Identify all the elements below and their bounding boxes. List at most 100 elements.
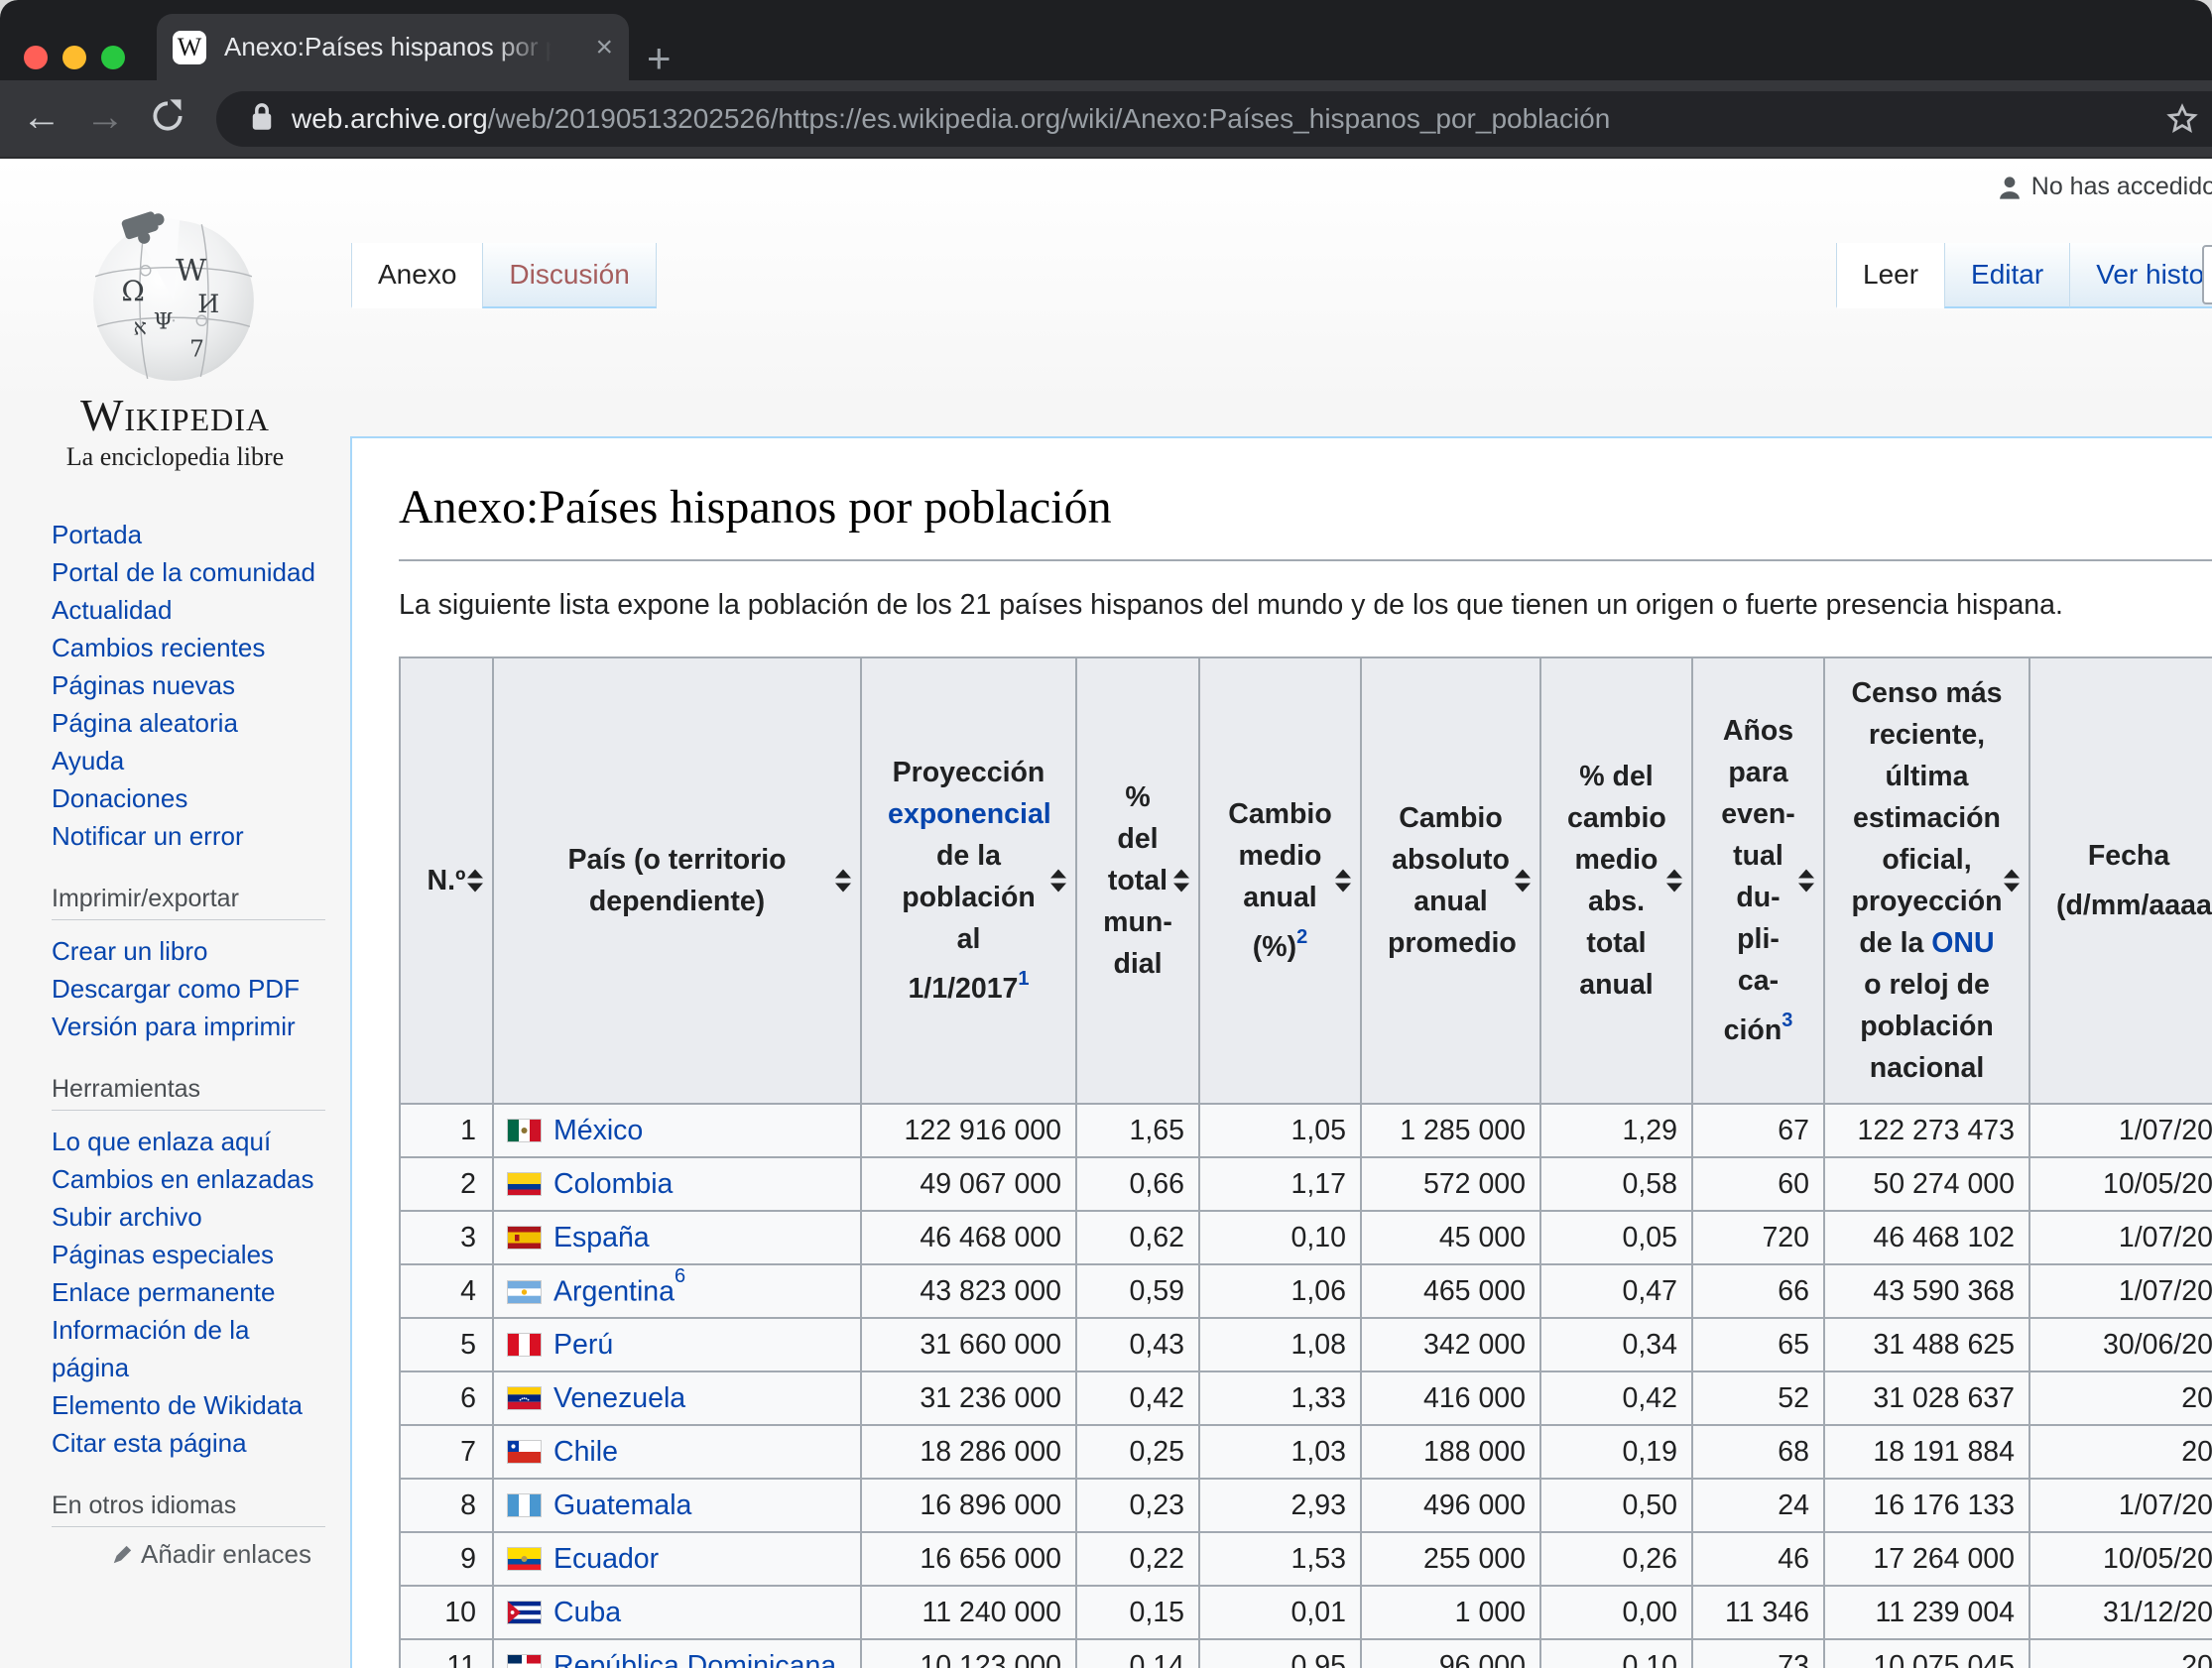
sidebar-item[interactable]: Elemento de Wikidata [52,1386,325,1424]
onu-link[interactable]: ONU [1931,927,1994,959]
footnote-ref[interactable]: 3 [1782,1010,1792,1031]
sidebar-item-link[interactable]: Descargar como PDF [52,974,300,1004]
sidebar-item[interactable]: Notificar un error [52,817,325,855]
close-window-button[interactable] [24,46,48,69]
sidebar-item-link[interactable]: Crear un libro [52,936,208,966]
country-link[interactable]: Guatemala [553,1489,691,1521]
login-status-label[interactable]: No has accedido [2031,173,2212,201]
country-link[interactable]: Perú [553,1329,613,1361]
country-link[interactable]: México [553,1115,643,1146]
add-links-button[interactable]: Añadir enlaces [52,1539,325,1570]
url-path: /web/20190513202526/https://es.wikipedia… [488,103,2206,135]
sidebar-item-link[interactable]: Lo que enlaza aquí [52,1127,271,1156]
personal-bar[interactable]: No has accedido [1996,173,2212,201]
sidebar-item-link[interactable]: Página aleatoria [52,708,238,738]
sidebar-item[interactable]: Páginas especiales [52,1236,325,1273]
lock-icon[interactable] [250,102,274,137]
sidebar-item[interactable]: Cambios en enlazadas [52,1160,325,1198]
header-country[interactable]: País (o territorio dependiente) [493,657,861,1104]
sidebar-item-link[interactable]: Versión para imprimir [52,1012,296,1041]
sidebar-item[interactable]: Donaciones [52,779,325,817]
wikipedia-wordmark[interactable]: Wikipedia [0,389,350,441]
exponencial-link[interactable]: exponencial [888,798,1051,830]
sort-icon[interactable] [1666,870,1682,893]
sort-icon[interactable] [1335,870,1351,893]
sidebar-item[interactable]: Página aleatoria [52,704,325,742]
sort-icon[interactable] [1050,870,1066,893]
country-link[interactable]: Cuba [553,1597,621,1628]
sidebar-item[interactable]: Subir archivo [52,1198,325,1236]
header-projection[interactable]: Proyección exponencial de la población a… [861,657,1076,1104]
header-abs-annual-change[interactable]: Cambio absoluto anual promedio [1361,657,1540,1104]
country-link[interactable]: República Dominicana [553,1650,836,1668]
footnote-ref[interactable]: 2 [1296,926,1307,948]
country-link[interactable]: Venezuela [553,1382,685,1414]
back-button[interactable]: ← [22,95,61,140]
new-tab-button[interactable]: + [647,38,672,79]
tab-ver-historial[interactable]: Ver historial [2069,243,2212,308]
sidebar-item-link[interactable]: Portal de la comunidad [52,557,315,587]
sidebar-item-link[interactable]: Portada [52,520,142,549]
sidebar-item[interactable]: Descargar como PDF [52,970,325,1008]
country-link[interactable]: Argentina [553,1276,675,1308]
forward-button[interactable]: → [85,95,125,140]
sidebar-item[interactable]: Actualidad [52,591,325,629]
search-input[interactable] [2202,245,2212,304]
sort-icon[interactable] [467,870,483,893]
sidebar-item[interactable]: Enlace permanente [52,1273,325,1311]
sidebar-item-link[interactable]: Información de la página [52,1315,249,1382]
sidebar-item[interactable]: Cambios recientes [52,629,325,666]
sidebar-item-link[interactable]: Actualidad [52,595,172,625]
tab-leer[interactable]: Leer [1836,243,1944,308]
header-rank[interactable]: N.º [400,657,493,1104]
sort-icon[interactable] [1798,870,1814,893]
sidebar-item-link[interactable]: Páginas especiales [52,1240,274,1269]
sidebar-item-link[interactable]: Citar esta página [52,1428,247,1458]
header-pct-abs-change[interactable]: % del cambio medio abs. total anual [1540,657,1692,1104]
country-link[interactable]: España [553,1222,650,1253]
sidebar-item[interactable]: Lo que enlaza aquí [52,1123,325,1160]
sort-icon[interactable] [835,870,851,893]
tab-anexo[interactable]: Anexo [351,243,482,308]
sidebar-item-link[interactable]: Páginas nuevas [52,670,235,700]
sidebar-item[interactable]: Citar esta página [52,1424,325,1462]
sidebar-item[interactable]: Información de la página [52,1311,325,1386]
tab-discusión[interactable]: Discusión [482,243,656,308]
header-avg-annual-change[interactable]: Cambio medio anual (%)2 [1199,657,1361,1104]
tab-editar[interactable]: Editar [1944,243,2069,308]
tab-close-icon[interactable]: × [595,33,613,62]
address-bar[interactable]: web.archive.org/web/20190513202526/https… [216,91,2212,147]
sidebar-item[interactable]: Crear un libro [52,932,325,970]
header-doubling-years[interactable]: Años para even- tual du- pli- ca- ción3 [1692,657,1824,1104]
sort-icon[interactable] [1515,870,1531,893]
minimize-window-button[interactable] [62,46,86,69]
zoom-window-button[interactable] [101,46,125,69]
sidebar-item[interactable]: Portal de la comunidad [52,553,325,591]
sidebar-item-link[interactable]: Donaciones [52,783,187,813]
sidebar-item-link[interactable]: Subir archivo [52,1202,202,1232]
sidebar-item[interactable]: Versión para imprimir [52,1008,325,1045]
country-link[interactable]: Colombia [553,1168,673,1200]
bookmark-star-icon[interactable] [2164,101,2200,142]
sort-icon[interactable] [2004,870,2020,893]
header-date[interactable]: Fecha (d/mm/aaaa)4 [2029,657,2212,1104]
sidebar-item-link[interactable]: Enlace permanente [52,1277,275,1307]
sidebar-item-link[interactable]: Elemento de Wikidata [52,1390,303,1420]
sidebar-item[interactable]: Páginas nuevas [52,666,325,704]
reload-button[interactable] [149,97,186,145]
wikipedia-globe-logo[interactable]: W Ω И א 7 Ψ [83,204,264,390]
sidebar-item-link[interactable]: Notificar un error [52,821,244,851]
header-census[interactable]: Censo más reciente, última estimación of… [1824,657,2029,1104]
browser-tab[interactable]: W Anexo:Países hispanos por pobla × [157,14,629,80]
sidebar-item[interactable]: Ayuda [52,742,325,779]
sidebar-item-link[interactable]: Cambios recientes [52,633,265,662]
header-pct-world[interactable]: % del total mun- dial [1076,657,1199,1104]
sort-icon[interactable] [1173,870,1189,893]
footnote-ref[interactable]: 1 [1018,968,1029,990]
sidebar-item-link[interactable]: Ayuda [52,746,124,775]
footnote-ref[interactable]: 6 [675,1265,685,1287]
sidebar-item-link[interactable]: Cambios en enlazadas [52,1164,314,1194]
country-link[interactable]: Chile [553,1436,618,1468]
country-link[interactable]: Ecuador [553,1543,659,1575]
sidebar-item[interactable]: Portada [52,516,325,553]
